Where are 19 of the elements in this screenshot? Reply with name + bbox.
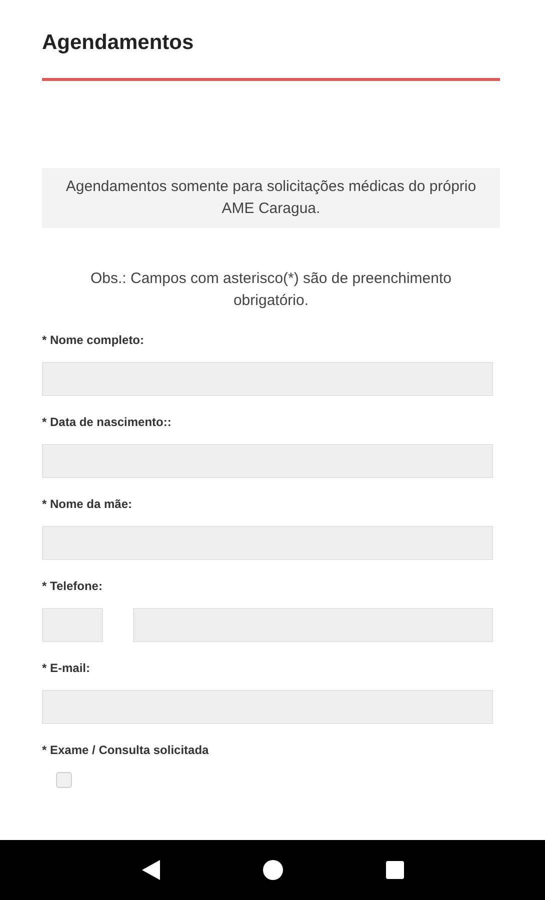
notice-banner: Agendamentos somente para solicitações médicas do próprio AME Caragua. <box>42 168 500 228</box>
recents-icon[interactable] <box>386 861 404 879</box>
field-label: * Data de nascimento:: <box>42 414 172 430</box>
field-label: * Nome completo: <box>42 332 144 348</box>
checkbox[interactable] <box>56 772 72 788</box>
input-field[interactable] <box>42 444 493 478</box>
field-label: * E-mail: <box>42 660 90 676</box>
area-code-field[interactable] <box>42 608 103 642</box>
field-label: * Exame / Consulta solicitada <box>42 742 209 758</box>
page-title: Agendamentos <box>42 30 194 56</box>
input-field[interactable] <box>42 526 493 560</box>
home-icon[interactable] <box>262 860 282 880</box>
input-field[interactable] <box>42 690 493 724</box>
back-icon[interactable] <box>142 860 160 880</box>
input-field[interactable] <box>42 362 493 396</box>
phone-field[interactable] <box>133 608 493 642</box>
field-label: * Telefone: <box>42 578 102 594</box>
required-fields-note: Obs.: Campos com asterisco(*) são de preenchimento obrigatório. <box>90 269 452 311</box>
field-label: * Nome da mãe: <box>42 496 132 512</box>
